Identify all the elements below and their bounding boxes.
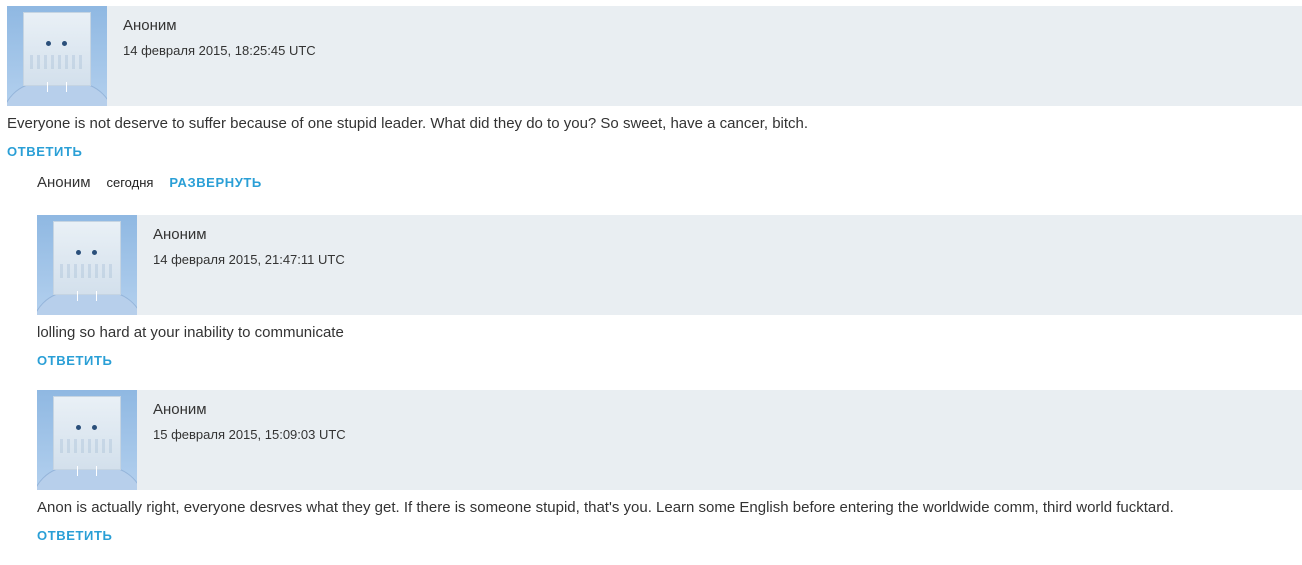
- avatar-icon[interactable]: [37, 215, 137, 315]
- comment-text: lolling so hard at your inability to com…: [37, 324, 344, 341]
- avatar-icon[interactable]: [7, 6, 107, 106]
- reply-button[interactable]: ОТВЕТИТЬ: [37, 528, 112, 543]
- comment-timestamp[interactable]: 15 февраля 2015, 15:09:03 UTC: [153, 427, 346, 442]
- collapsed-comment-date: сегодня: [106, 175, 154, 190]
- comment-text: Everyone is not deserve to suffer becaus…: [7, 115, 809, 132]
- comment-text: Anon is actually right, everyone desrves…: [37, 499, 1174, 516]
- comment-1: Аноним 14 февраля 2015, 18:25:45 UTC Eve…: [7, 6, 1302, 166]
- reply-button[interactable]: ОТВЕТИТЬ: [7, 144, 82, 159]
- comment-timestamp[interactable]: 14 февраля 2015, 18:25:45 UTC: [123, 43, 316, 58]
- comment-author[interactable]: Аноним: [153, 226, 207, 243]
- expand-button[interactable]: РАЗВЕРНУТЬ: [169, 175, 262, 190]
- comment-author[interactable]: Аноним: [123, 17, 177, 34]
- comment-3: Аноним 15 февраля 2015, 15:09:03 UTC Ano…: [37, 390, 1302, 550]
- comment-timestamp[interactable]: 14 февраля 2015, 21:47:11 UTC: [153, 252, 345, 267]
- comment-2: Аноним 14 февраля 2015, 21:47:11 UTC lol…: [37, 215, 1302, 375]
- comment-author[interactable]: Аноним: [153, 401, 207, 418]
- collapsed-comment-author[interactable]: Аноним: [37, 174, 91, 191]
- avatar-icon[interactable]: [37, 390, 137, 490]
- reply-button[interactable]: ОТВЕТИТЬ: [37, 353, 112, 368]
- collapsed-comment: Аноним сегодня РАЗВЕРНУТЬ: [37, 174, 262, 191]
